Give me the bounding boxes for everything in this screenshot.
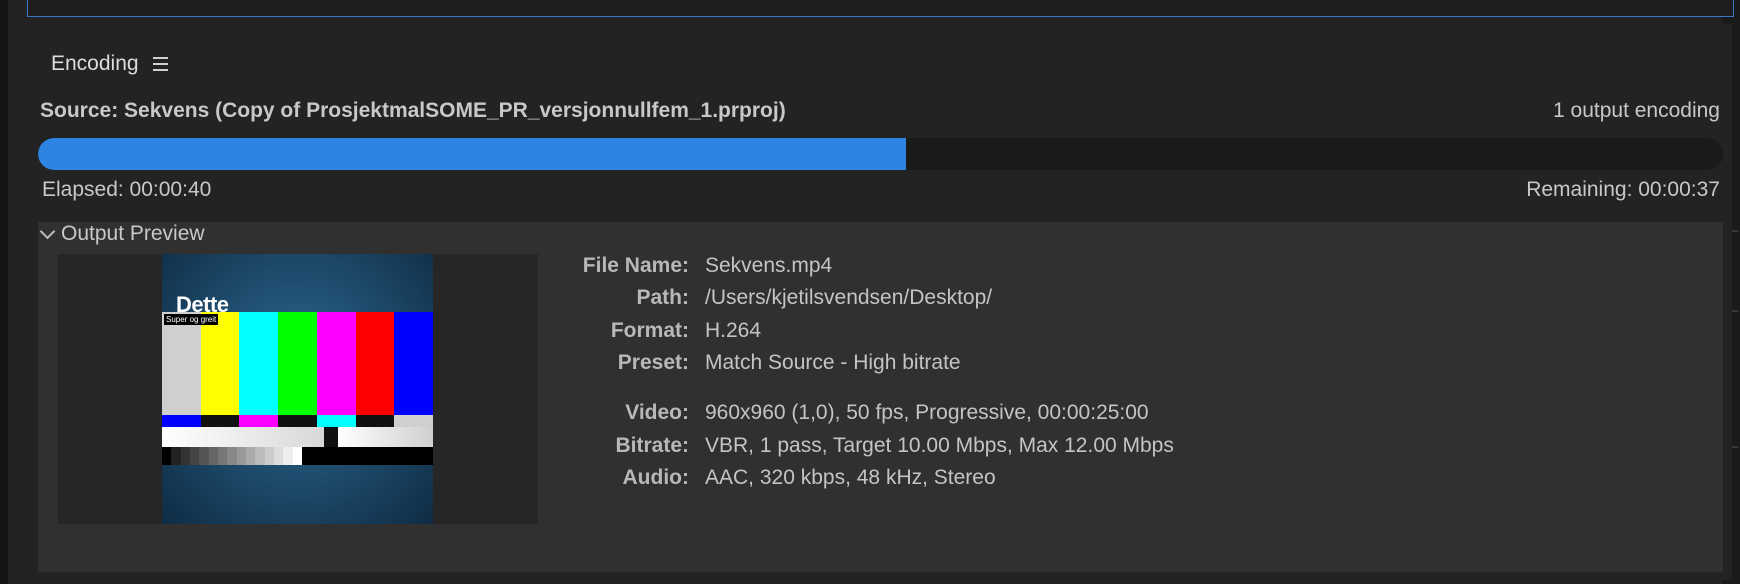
path-value[interactable]: /Users/kjetilsvendsen/Desktop/ — [705, 286, 992, 310]
grey-step — [264, 447, 274, 465]
color-bars — [162, 312, 433, 415]
audio-label: Audio: — [622, 466, 689, 489]
output-preview-section: Output Preview Dette Super og greit File… — [38, 222, 1723, 572]
output-preview-label: Output Preview — [61, 222, 205, 245]
grey-step — [273, 447, 284, 465]
grey-step — [245, 447, 256, 465]
color-sub-bar — [278, 415, 317, 427]
grey-step — [227, 447, 237, 465]
panel-header: Encoding — [51, 52, 168, 76]
grey-step — [217, 447, 228, 465]
color-sub-bar — [239, 415, 279, 427]
left-panel-edge — [0, 0, 8, 584]
grey-step — [171, 447, 181, 465]
grey-steps-row — [162, 447, 433, 465]
panel-title: Encoding — [51, 52, 139, 75]
color-sub-bar — [355, 415, 395, 427]
preview-thumbnail: Dette Super og greit — [162, 254, 433, 524]
grey-step — [189, 447, 200, 465]
elapsed-time: Elapsed: 00:00:40 — [42, 178, 212, 201]
app-window: Encoding Source: Sekvens (Copy of Prosje… — [0, 0, 1740, 584]
grey-step — [180, 447, 190, 465]
grey-step — [255, 447, 265, 465]
color-sub-bar — [162, 415, 201, 427]
preset-label: Preset: — [617, 351, 689, 374]
grey-step — [199, 447, 209, 465]
grey-ramp-row — [162, 427, 433, 447]
grey-step — [292, 447, 302, 465]
source-label: Source: Sekvens (Copy of ProsjektmalSOME… — [40, 99, 786, 122]
chevron-down-icon — [39, 223, 56, 239]
audio-value: AAC, 320 kbps, 48 kHz, Stereo — [705, 466, 996, 489]
thumbnail-caption: Super og greit — [164, 314, 219, 325]
output-preview-toggle[interactable]: Output Preview — [39, 222, 205, 246]
grey-step — [236, 447, 246, 465]
color-sub-bar — [200, 415, 240, 427]
file-name-value: Sekvens.mp4 — [705, 254, 833, 277]
color-bar — [278, 312, 317, 415]
file-name-label: File Name: — [582, 254, 689, 277]
video-label: Video: — [625, 401, 689, 424]
bitrate-value: VBR, 1 pass, Target 10.00 Mbps, Max 12.0… — [705, 434, 1174, 457]
format-value: H.264 — [705, 319, 762, 342]
color-bar — [316, 312, 356, 415]
output-count: 1 output encoding — [1553, 99, 1720, 122]
preset-value: Match Source - High bitrate — [705, 351, 961, 374]
color-sub-bars — [162, 415, 433, 427]
color-bar — [200, 312, 240, 415]
color-bar — [394, 312, 433, 415]
color-bar — [355, 312, 395, 415]
grey-step — [162, 447, 172, 465]
color-sub-bar — [316, 415, 356, 427]
progress-fill — [38, 138, 906, 170]
grey-step — [208, 447, 218, 465]
bitrate-label: Bitrate: — [615, 434, 689, 457]
preview-thumbnail-frame: Dette Super og greit — [58, 254, 538, 524]
clipped-top-panel — [27, 0, 1734, 17]
format-label: Format: — [610, 319, 689, 342]
color-bar — [162, 312, 201, 415]
path-label: Path: — [636, 286, 690, 309]
panel-menu-icon[interactable] — [152, 57, 168, 71]
remaining-time: Remaining: 00:00:37 — [1526, 178, 1720, 201]
encoding-progress-bar — [38, 138, 1723, 170]
color-bar — [239, 312, 279, 415]
color-sub-bar — [394, 415, 433, 427]
grey-step — [283, 447, 293, 465]
video-value: 960x960 (1,0), 50 fps, Progressive, 00:0… — [705, 401, 1149, 424]
